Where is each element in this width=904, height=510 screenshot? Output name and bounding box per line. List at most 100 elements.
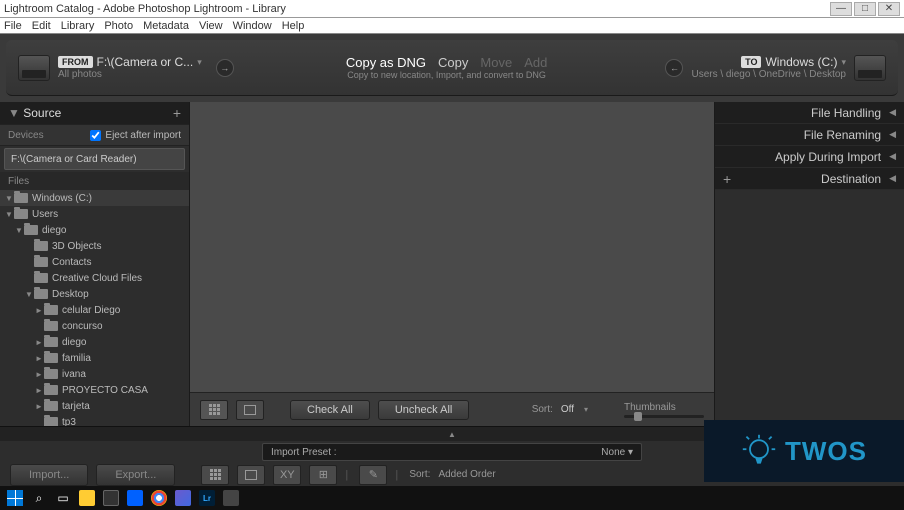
menu-photo[interactable]: Photo (104, 20, 133, 32)
thumbnails-label: Thumbnails (624, 402, 676, 413)
folder-icon (44, 401, 58, 411)
taskbar-app[interactable] (220, 488, 242, 508)
grid-icon (209, 404, 220, 415)
folder-tree-item[interactable]: ►tarjeta (0, 398, 189, 414)
menu-file[interactable]: File (4, 20, 22, 32)
action-copy[interactable]: Copy (438, 55, 468, 70)
eject-checkbox-input[interactable] (90, 130, 101, 141)
action-copy-as-dng[interactable]: Copy as DNG (346, 55, 426, 70)
folder-tree-item[interactable]: Creative Cloud Files (0, 270, 189, 286)
apply-during-import-panel[interactable]: Apply During Import ◀ (715, 146, 904, 168)
folder-label: Windows (C:) (32, 193, 92, 204)
check-all-button[interactable]: Check All (290, 400, 370, 420)
import-source-block[interactable]: FROM F:\(Camera or C... ▾ All photos → (18, 55, 234, 81)
menu-metadata[interactable]: Metadata (143, 20, 189, 32)
taskbar-app-explorer[interactable] (76, 488, 98, 508)
dropdown-icon[interactable]: ▾ (197, 57, 202, 68)
sort-label: Sort: (532, 404, 553, 415)
device-item[interactable]: F:\(Camera or Card Reader) (4, 148, 185, 170)
tree-arrow-icon: ► (34, 386, 44, 395)
footer-grid-view-button[interactable] (201, 465, 229, 485)
footer-painter-button[interactable]: ✎ (359, 465, 387, 485)
folder-icon (34, 273, 48, 283)
footer-loupe-view-button[interactable] (237, 465, 265, 485)
folder-tree-item[interactable]: ► PROYECTO CASA (0, 382, 189, 398)
folder-tree-item[interactable]: ▼Windows (C:) (0, 190, 189, 206)
taskbar-app-chrome[interactable] (148, 488, 170, 508)
folder-tree-item[interactable]: 3D Objects (0, 238, 189, 254)
footer-compare-view-button[interactable]: XY (273, 465, 301, 485)
grid-icon (210, 469, 221, 480)
file-renaming-panel[interactable]: File Renaming ◀ (715, 124, 904, 146)
menu-help[interactable]: Help (282, 20, 305, 32)
window-minimize-button[interactable]: — (830, 2, 852, 16)
start-button[interactable] (4, 488, 26, 508)
menu-library[interactable]: Library (61, 20, 95, 32)
files-section-label: Files (0, 172, 189, 190)
sort-dropdown-icon[interactable]: ▾ (584, 405, 588, 414)
folder-label: tp3 (62, 417, 76, 427)
dropdown-icon[interactable]: ▾ (841, 57, 846, 68)
folder-icon (44, 337, 58, 347)
taskbar-app-photos[interactable] (172, 488, 194, 508)
folder-icon (14, 209, 28, 219)
eject-after-import-checkbox[interactable]: Eject after import (90, 130, 181, 141)
import-button[interactable]: Import... (10, 464, 88, 486)
task-view-button[interactable]: ▭ (52, 488, 74, 508)
sort-value[interactable]: Off (561, 404, 574, 415)
folder-tree-item[interactable]: Contacts (0, 254, 189, 270)
folder-label: PROYECTO CASA (62, 385, 148, 396)
thumbnail-size-slider[interactable] (624, 415, 704, 418)
uncheck-all-button[interactable]: Uncheck All (378, 400, 469, 420)
destination-panel[interactable]: + Destination ◀ (715, 168, 904, 190)
add-source-button[interactable]: + (173, 105, 181, 121)
folder-tree-item[interactable]: ►familia (0, 350, 189, 366)
folder-tree-item[interactable]: ►diego (0, 334, 189, 350)
menu-window[interactable]: Window (233, 20, 272, 32)
add-destination-button[interactable]: + (723, 171, 731, 187)
drive-icon (18, 55, 50, 81)
folder-tree-item[interactable]: ▼Desktop (0, 286, 189, 302)
drive-icon (854, 55, 886, 81)
taskbar-app[interactable] (100, 488, 122, 508)
panel-label: Apply During Import (775, 150, 881, 164)
menu-edit[interactable]: Edit (32, 20, 51, 32)
folder-label: tarjeta (62, 401, 90, 412)
folder-tree-item[interactable]: ►ivana (0, 366, 189, 382)
dest-back-button[interactable]: ← (665, 59, 683, 77)
taskbar-app-lightroom[interactable]: Lr (196, 488, 218, 508)
window-close-button[interactable]: ✕ (878, 2, 900, 16)
right-panel: File Handling ◀ File Renaming ◀ Apply Du… (714, 102, 904, 426)
menu-view[interactable]: View (199, 20, 223, 32)
footer-sort-label: Sort: (409, 469, 430, 480)
thumbnail-grid-area[interactable] (190, 102, 714, 392)
import-header: FROM F:\(Camera or C... ▾ All photos → C… (6, 40, 898, 96)
source-panel-title: Source (23, 106, 61, 120)
footer-survey-view-button[interactable]: ⊞ (309, 465, 337, 485)
folder-label: Creative Cloud Files (52, 273, 142, 284)
folder-tree-item[interactable]: concurso (0, 318, 189, 334)
folder-tree-item[interactable]: ►celular Diego (0, 302, 189, 318)
folder-icon (44, 385, 58, 395)
footer-sort-value[interactable]: Added Order (438, 469, 495, 480)
folder-tree-item[interactable]: tp3 (0, 414, 189, 426)
export-button[interactable]: Export... (96, 464, 175, 486)
center-panel: Check All Uncheck All Sort: Off ▾ Thumbn… (190, 102, 714, 426)
folder-tree-item[interactable]: ▼diego (0, 222, 189, 238)
grid-view-button[interactable] (200, 400, 228, 420)
import-dest-block[interactable]: ← TO Windows (C:) ▾ Users \ diego \ OneD… (659, 55, 886, 81)
taskbar-app-dropbox[interactable] (124, 488, 146, 508)
source-forward-button[interactable]: → (216, 59, 234, 77)
loupe-view-button[interactable] (236, 400, 264, 420)
devices-label: Devices (8, 130, 44, 141)
devices-row: Devices Eject after import (0, 124, 189, 146)
window-maximize-button[interactable]: □ (854, 2, 876, 16)
folder-icon (44, 353, 58, 363)
search-button[interactable]: ⌕ (28, 488, 50, 508)
window-title: Lightroom Catalog - Adobe Photoshop Ligh… (4, 3, 830, 15)
device-name: F:\(Camera or Card Reader) (11, 154, 137, 165)
file-handling-panel[interactable]: File Handling ◀ (715, 102, 904, 124)
source-panel-header[interactable]: ▼ Source + (0, 102, 189, 124)
import-preset-bar[interactable]: Import Preset : None ▾ (262, 443, 642, 461)
folder-tree-item[interactable]: ▼Users (0, 206, 189, 222)
